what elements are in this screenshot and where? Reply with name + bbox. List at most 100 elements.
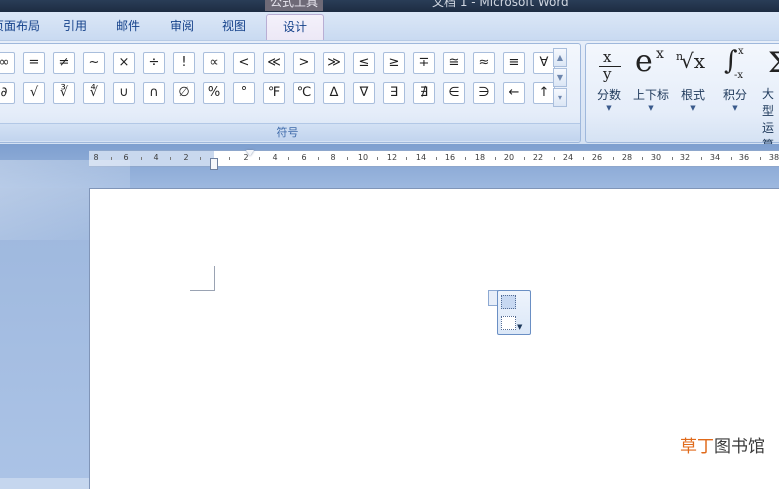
symbol-button[interactable]: > <box>293 52 315 74</box>
ruler-tick <box>229 157 230 160</box>
ruler-tick <box>760 157 761 160</box>
ruler-number: 2 <box>183 153 189 162</box>
symbol-button[interactable]: ∈ <box>443 82 465 104</box>
symbol-button[interactable]: = <box>23 52 45 74</box>
tab-design[interactable]: 设计 <box>266 14 324 41</box>
margin-corner-mark <box>190 266 215 291</box>
ruler-tick <box>288 157 289 160</box>
fraction-numerator-glyph: x <box>603 48 612 66</box>
ruler-tick <box>554 157 555 160</box>
symbol-button[interactable]: ℃ <box>293 82 315 104</box>
fraction-denominator-glyph: y <box>603 65 612 83</box>
integral-upper-glyph: x <box>738 46 744 57</box>
symbol-button[interactable]: ∋ <box>473 82 495 104</box>
symbol-button[interactable]: √ <box>23 82 45 104</box>
ruler-tick <box>642 157 643 160</box>
ruler-tick <box>170 157 171 160</box>
symbols-more-button[interactable]: ▾ <box>553 88 567 107</box>
symbols-group-label: 符号 <box>0 123 580 141</box>
symbol-button[interactable]: ∛ <box>53 82 75 104</box>
symbol-button[interactable]: ∂ <box>0 82 15 104</box>
ruler-tick <box>406 157 407 160</box>
symbol-button[interactable]: < <box>233 52 255 74</box>
tab-page-layout[interactable]: 页面布局 <box>0 18 40 38</box>
symbols-scroll-down-button[interactable]: ▼ <box>553 68 567 87</box>
symbol-button[interactable]: ≥ <box>383 52 405 74</box>
symbol-button[interactable]: ≪ <box>263 52 285 74</box>
ruler-number: 6 <box>123 153 129 162</box>
ruler-tick <box>111 157 112 160</box>
symbol-button[interactable]: ↑ <box>533 82 555 104</box>
fraction-button[interactable]: x y 分数 ▼ <box>588 46 630 118</box>
document-page[interactable] <box>89 188 779 489</box>
symbols-scroll-up-button[interactable]: ▲ <box>553 48 567 67</box>
ruler-tick <box>731 157 732 160</box>
integral-icon: ∫ x -x <box>714 46 756 90</box>
symbol-button[interactable]: ∃ <box>383 82 405 104</box>
ruler-number: 36 <box>738 153 750 162</box>
large-operator-button[interactable]: Σ 大型运算符 <box>756 46 779 169</box>
first-line-indent-marker[interactable] <box>246 150 254 156</box>
ruler-number: 8 <box>93 153 99 162</box>
ruler-tick <box>200 157 201 160</box>
symbol-button[interactable]: ≫ <box>323 52 345 74</box>
symbol-button[interactable]: ≅ <box>443 52 465 74</box>
symbol-button[interactable]: % <box>203 82 225 104</box>
fraction-icon: x y <box>588 46 630 90</box>
context-tab-title: 公式工具 <box>265 0 323 11</box>
radical-dropdown-icon: ▼ <box>690 104 696 112</box>
ribbon-tab-row: 页面布局 引用 邮件 审阅 视图 设计 <box>0 12 779 41</box>
ruler-number: 8 <box>330 153 336 162</box>
symbols-scroll: ▲ ▼ ▾ <box>553 48 567 108</box>
tab-view[interactable]: 视图 <box>222 18 246 38</box>
ruler-tick <box>259 157 260 160</box>
large-operator-icon: Σ <box>756 46 779 90</box>
horizontal-ruler[interactable]: 8 6 4 2 2 4 6 8 10 12 14 16 18 20 22 24 26 28 30 32 34 36 38 <box>89 150 779 167</box>
left-workspace <box>0 188 89 478</box>
symbol-button[interactable]: ∅ <box>173 82 195 104</box>
document-title: 文档 1 - Microsoft Word <box>432 0 569 9</box>
tab-mailings[interactable]: 邮件 <box>116 18 140 38</box>
symbol-button[interactable]: ! <box>173 52 195 74</box>
radical-icon: n √x <box>672 46 714 90</box>
hanging-indent-marker[interactable] <box>210 158 218 170</box>
tab-review[interactable]: 审阅 <box>170 18 194 38</box>
script-button[interactable]: e x 上下标 ▼ <box>630 44 672 118</box>
ruler-tick <box>583 157 584 160</box>
symbol-button[interactable]: ℉ <box>263 82 285 104</box>
symbol-button[interactable]: ∜ <box>83 82 105 104</box>
symbol-button[interactable]: ∇ <box>353 82 375 104</box>
ruler-number: 32 <box>679 153 691 162</box>
symbol-button[interactable]: ∀ <box>533 52 555 74</box>
ruler-tick <box>613 157 614 160</box>
symbol-button[interactable]: ∓ <box>413 52 435 74</box>
symbol-button[interactable]: ∝ <box>203 52 225 74</box>
symbol-button[interactable]: ∪ <box>113 82 135 104</box>
equation-display-icon <box>501 295 516 309</box>
chevron-down-icon[interactable]: ▼ <box>517 323 522 331</box>
symbol-button[interactable]: ∄ <box>413 82 435 104</box>
symbol-button[interactable]: ÷ <box>143 52 165 74</box>
tab-references[interactable]: 引用 <box>63 18 87 38</box>
symbol-button[interactable]: ≠ <box>53 52 75 74</box>
ruler-tick <box>495 157 496 160</box>
radical-button[interactable]: n √x 根式 ▼ <box>672 46 714 118</box>
symbol-button[interactable]: ° <box>233 82 255 104</box>
ruler-tick <box>318 157 319 160</box>
ruler-number: 28 <box>621 153 633 162</box>
script-base-glyph: e <box>635 44 653 79</box>
fraction-dropdown-icon: ▼ <box>606 104 612 112</box>
integral-button[interactable]: ∫ x -x 积分 ▼ <box>714 46 756 118</box>
symbol-button[interactable]: ≈ <box>473 52 495 74</box>
symbol-button[interactable]: ∞ <box>0 52 15 74</box>
symbol-button[interactable]: ∩ <box>143 82 165 104</box>
symbol-button[interactable]: ≡ <box>503 52 525 74</box>
ruler-number: 14 <box>415 153 427 162</box>
script-icon: e x <box>630 44 672 90</box>
symbol-button[interactable]: × <box>113 52 135 74</box>
symbol-button[interactable]: ~ <box>83 52 105 74</box>
equation-placeholder-widget[interactable]: ▼ <box>497 290 531 335</box>
symbol-button[interactable]: ∆ <box>323 82 345 104</box>
symbol-button[interactable]: ≤ <box>353 52 375 74</box>
symbol-button[interactable]: ← <box>503 82 525 104</box>
